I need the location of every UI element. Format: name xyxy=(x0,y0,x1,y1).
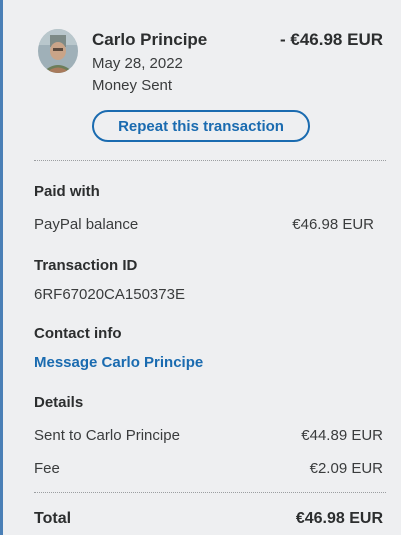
transaction-status: Money Sent xyxy=(92,77,173,94)
transaction-id-heading: Transaction ID xyxy=(34,257,138,274)
paid-with-heading: Paid with xyxy=(34,183,100,200)
profile-photo-icon xyxy=(38,29,78,73)
detail-row-label: Fee xyxy=(34,460,60,477)
total-value: €46.98 EUR xyxy=(295,510,383,527)
section-divider xyxy=(34,160,386,161)
recipient-name: Carlo Principe xyxy=(92,30,208,49)
contact-info-heading: Contact info xyxy=(34,325,122,342)
detail-row-value: €2.09 EUR xyxy=(309,460,383,477)
details-heading: Details xyxy=(34,394,84,411)
transaction-date: May 28, 2022 xyxy=(92,55,183,72)
message-contact-link[interactable]: Message Carlo Principe xyxy=(34,354,203,371)
transaction-id-value: 6RF67020CA150373E xyxy=(34,286,185,303)
payment-method: PayPal balance xyxy=(34,216,139,233)
detail-row-value: €44.89 EUR xyxy=(301,427,383,444)
section-divider xyxy=(34,492,386,493)
transaction-amount: - €46.98 EUR xyxy=(280,30,383,49)
transaction-header: Carlo Principe - €46.98 EUR May 28, 2022… xyxy=(3,0,401,150)
payment-method-amount: €46.98 EUR xyxy=(292,216,374,233)
avatar xyxy=(38,29,78,73)
total-label: Total xyxy=(34,510,72,527)
transaction-details-panel: Carlo Principe - €46.98 EUR May 28, 2022… xyxy=(3,0,401,535)
detail-row-label: Sent to Carlo Principe xyxy=(34,427,180,444)
repeat-transaction-button[interactable]: Repeat this transaction xyxy=(92,110,310,142)
